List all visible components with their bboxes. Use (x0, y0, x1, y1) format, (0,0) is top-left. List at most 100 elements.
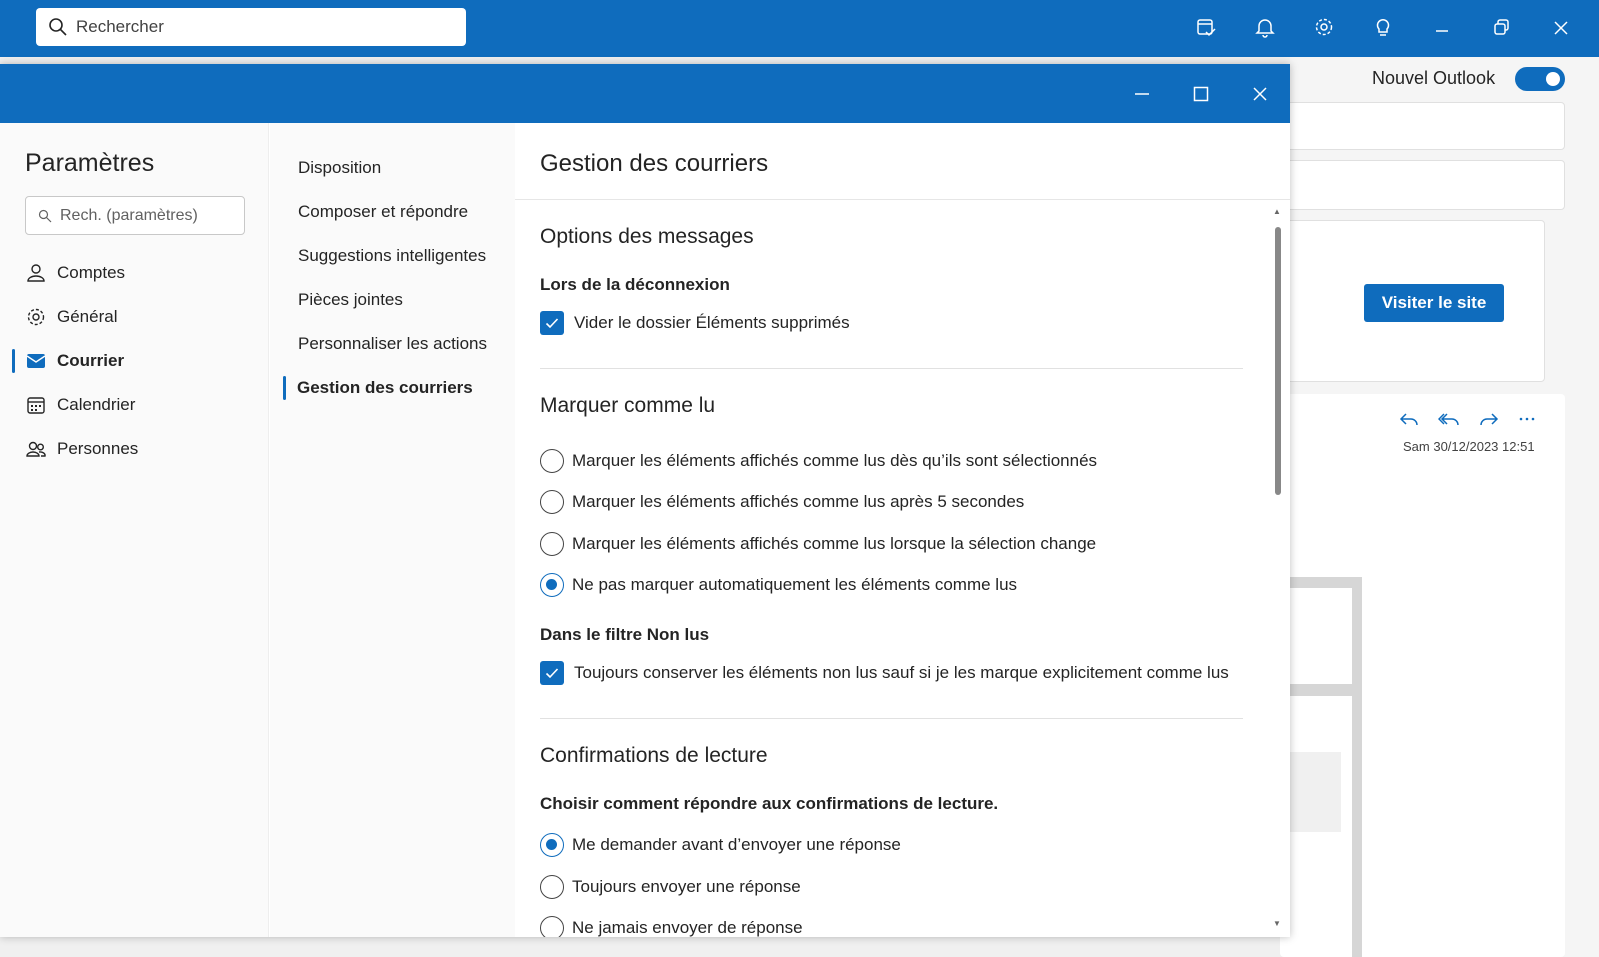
subtitle-receipts: Choisir comment répondre aux confirmatio… (540, 794, 999, 813)
bell-icon[interactable] (1252, 14, 1278, 40)
top-bar: Rechercher (0, 0, 1599, 57)
settings-dialog: Paramètres Rech. (paramètres) Comptes Gé… (0, 64, 1290, 937)
divider (540, 368, 1243, 369)
checkmark-icon (545, 318, 559, 329)
settings-search-placeholder: Rech. (paramètres) (60, 206, 198, 224)
search-box[interactable]: Rechercher (36, 8, 466, 46)
radio-option[interactable]: Ne jamais envoyer de réponse (540, 916, 803, 937)
close-icon[interactable] (1547, 14, 1573, 40)
radio-label: Toujours envoyer une réponse (572, 877, 801, 896)
scroll-down-icon[interactable]: ▼ (1273, 919, 1281, 928)
settings-subnav: Disposition Composer et répondre Suggest… (270, 123, 515, 937)
page-title: Gestion des courriers (540, 150, 769, 177)
divider (540, 718, 1243, 719)
subtitle-unread-filter: Dans le filtre Non lus (540, 625, 710, 644)
subtitle-deconnexion: Lors de la déconnexion (540, 275, 730, 294)
settings-nav: Paramètres Rech. (paramètres) (0, 123, 269, 937)
nouvel-outlook-label: Nouvel Outlook (1372, 68, 1496, 88)
nouvel-outlook-toggle[interactable] (1515, 67, 1565, 91)
checkbox-unread[interactable]: Toujours conserver les éléments non lus … (540, 661, 1229, 685)
background-card (1280, 102, 1565, 150)
checkmark-icon (545, 668, 559, 679)
section-title-receipts: Confirmations de lecture (540, 744, 768, 767)
background-panel (1290, 588, 1352, 684)
dialog-title-bar (0, 64, 1290, 123)
checkbox-vider-dossier[interactable]: Vider le dossier Éléments supprimés (540, 311, 850, 335)
checkbox-checked[interactable] (540, 661, 564, 685)
radio-option[interactable]: Marquer les éléments affichés comme lus … (540, 449, 1097, 473)
radio-label: Marquer les éléments affichés comme lus … (572, 492, 1025, 511)
radio-label: Me demander avant d’envoyer une réponse (572, 835, 901, 854)
subnav-disposition[interactable]: Disposition (298, 158, 381, 178)
nav-item-label: Courrier (57, 351, 125, 370)
minimize-icon[interactable] (1429, 14, 1455, 40)
mail-date: Sam 30/12/2023 12:51 (1403, 439, 1535, 454)
settings-title: Paramètres (25, 149, 155, 177)
radio-label: Ne jamais envoyer de réponse (572, 918, 803, 937)
radio-button[interactable] (540, 532, 564, 556)
scrollbar-thumb[interactable] (1275, 227, 1281, 495)
nav-item-comptes[interactable]: Comptes (25, 258, 125, 288)
divider (515, 199, 1290, 200)
checkbox-checked[interactable] (540, 311, 564, 335)
section-title-options: Options des messages (540, 225, 754, 248)
checkbox-label: Toujours conserver les éléments non lus … (574, 663, 1229, 682)
active-indicator (12, 349, 15, 373)
gear-icon[interactable] (1311, 14, 1337, 40)
reply-icon[interactable] (1398, 408, 1420, 430)
mail-icon (26, 354, 46, 368)
radio-option[interactable]: Toujours envoyer une réponse (540, 875, 801, 899)
nav-item-label: Calendrier (57, 395, 136, 414)
calendar-check-icon[interactable] (1193, 14, 1219, 40)
radio-option[interactable]: Marquer les éléments affichés comme lus … (540, 490, 1024, 514)
dialog-close-icon[interactable] (1250, 84, 1270, 104)
radio-label: Marquer les éléments affichés comme lus … (572, 534, 1097, 553)
visit-site-button[interactable]: Visiter le site (1364, 284, 1504, 322)
more-options-icon[interactable] (1516, 408, 1538, 430)
search-placeholder: Rechercher (76, 17, 164, 36)
section-title-mark-read: Marquer comme lu (540, 394, 716, 417)
radio-label: Marquer les éléments affichés comme lus … (572, 451, 1098, 470)
nav-item-label: Personnes (57, 439, 139, 458)
search-icon (38, 209, 52, 222)
gear-icon (27, 308, 45, 326)
subnav-gestion[interactable]: Gestion des courriers (297, 378, 473, 398)
search-icon (49, 18, 67, 36)
radio-option-selected[interactable]: Ne pas marquer automatiquement les éléme… (540, 573, 1017, 597)
subnav-suggestions[interactable]: Suggestions intelligentes (298, 246, 486, 266)
reply-all-icon[interactable] (1438, 408, 1460, 430)
background-card (1280, 160, 1565, 210)
subnav-composer[interactable]: Composer et répondre (298, 202, 468, 222)
radio-button-selected[interactable] (540, 833, 564, 857)
nav-item-personnes[interactable]: Personnes (25, 434, 138, 464)
background-panel (1290, 752, 1341, 832)
nav-item-label: Général (57, 307, 118, 326)
subnav-personnaliser[interactable]: Personnaliser les actions (298, 334, 487, 354)
people-icon (26, 441, 46, 457)
nav-item-general[interactable]: Général (25, 302, 117, 332)
nav-item-label: Comptes (57, 263, 126, 282)
radio-button[interactable] (540, 875, 564, 899)
person-icon (27, 264, 45, 282)
settings-content: Gestion des courriers Options des messag… (515, 123, 1290, 937)
radio-option[interactable]: Marquer les éléments affichés comme lus … (540, 532, 1096, 556)
forward-icon[interactable] (1478, 408, 1500, 430)
radio-option-selected[interactable]: Me demander avant d’envoyer une réponse (540, 833, 901, 857)
radio-button-selected[interactable] (540, 573, 564, 597)
radio-button[interactable] (540, 490, 564, 514)
nav-item-courrier[interactable]: Courrier (25, 346, 124, 376)
dialog-maximize-icon[interactable] (1191, 84, 1211, 104)
restore-icon[interactable] (1488, 14, 1514, 40)
settings-search-input[interactable]: Rech. (paramètres) (25, 196, 245, 235)
lightbulb-icon[interactable] (1370, 14, 1396, 40)
radio-button[interactable] (540, 449, 564, 473)
scroll-up-icon[interactable]: ▲ (1273, 207, 1281, 216)
calendar-icon (27, 397, 45, 414)
subnav-active-indicator (283, 376, 286, 400)
nav-item-calendrier[interactable]: Calendrier (25, 390, 135, 420)
dialog-minimize-icon[interactable] (1132, 84, 1152, 104)
radio-label: Ne pas marquer automatiquement les éléme… (572, 575, 1018, 594)
radio-button[interactable] (540, 916, 564, 937)
subnav-pieces-jointes[interactable]: Pièces jointes (298, 290, 403, 310)
checkbox-label: Vider le dossier Éléments supprimés (574, 313, 850, 332)
